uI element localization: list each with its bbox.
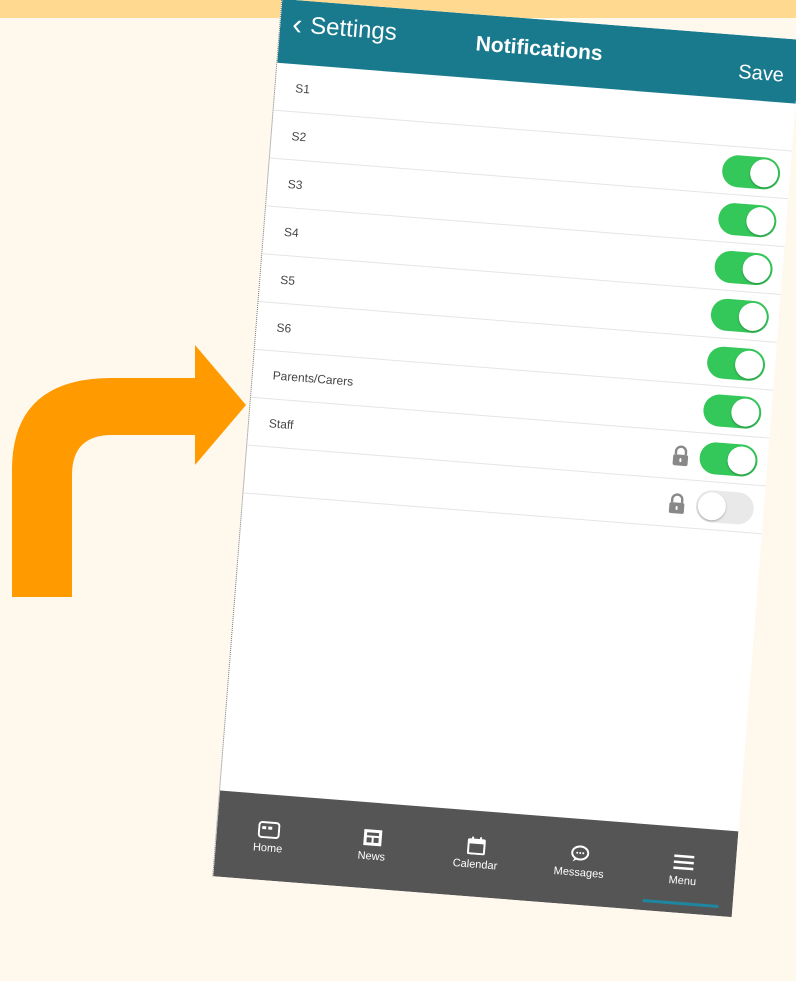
toggle-s5[interactable] — [709, 297, 771, 334]
phone-screen: ‹ Settings Notifications Save S1 S2 S3 S… — [212, 0, 796, 918]
tab-label: Menu — [668, 874, 697, 889]
toggle-knob — [741, 253, 772, 284]
tab-label: News — [357, 849, 386, 864]
toggle-s6[interactable] — [705, 344, 767, 382]
toggle-s3[interactable] — [717, 201, 778, 238]
toggle-staff[interactable] — [698, 440, 759, 478]
toggle-knob — [745, 205, 776, 236]
messages-icon — [571, 845, 590, 862]
toggle-s2[interactable] — [721, 153, 782, 191]
tab-calendar[interactable]: Calendar — [421, 807, 531, 901]
toggle-knob — [737, 301, 768, 332]
tab-label: Home — [252, 841, 283, 856]
toggle-knob — [730, 397, 761, 428]
home-icon — [257, 820, 281, 840]
bottom-tab-bar: Home News Calendar Messages Menu — [213, 790, 739, 918]
news-icon — [363, 828, 383, 847]
lock-icon — [668, 492, 685, 514]
toggle-knob — [726, 444, 757, 476]
tab-menu[interactable]: Menu — [628, 823, 738, 917]
tab-home[interactable]: Home — [213, 791, 323, 885]
lock-icon — [672, 445, 689, 466]
toggle-knob — [749, 157, 780, 188]
toggle-knob — [696, 490, 727, 521]
tab-label: Calendar — [452, 857, 498, 873]
calendar-icon — [466, 836, 486, 856]
toggle-s4[interactable] — [713, 249, 774, 286]
tab-messages[interactable]: Messages — [524, 815, 634, 909]
menu-icon — [673, 854, 695, 871]
save-button[interactable]: Save — [737, 61, 785, 88]
row-label — [265, 471, 666, 503]
toggle-knob — [734, 349, 765, 380]
toggle-disabled[interactable] — [694, 488, 756, 526]
notification-list: S1 S2 S3 S4 S5 S6 Parents/Carers Staff — [243, 62, 796, 535]
tab-news[interactable]: News — [317, 799, 427, 893]
toggle-parents-carers[interactable] — [702, 392, 763, 430]
tab-label: Messages — [553, 864, 605, 881]
